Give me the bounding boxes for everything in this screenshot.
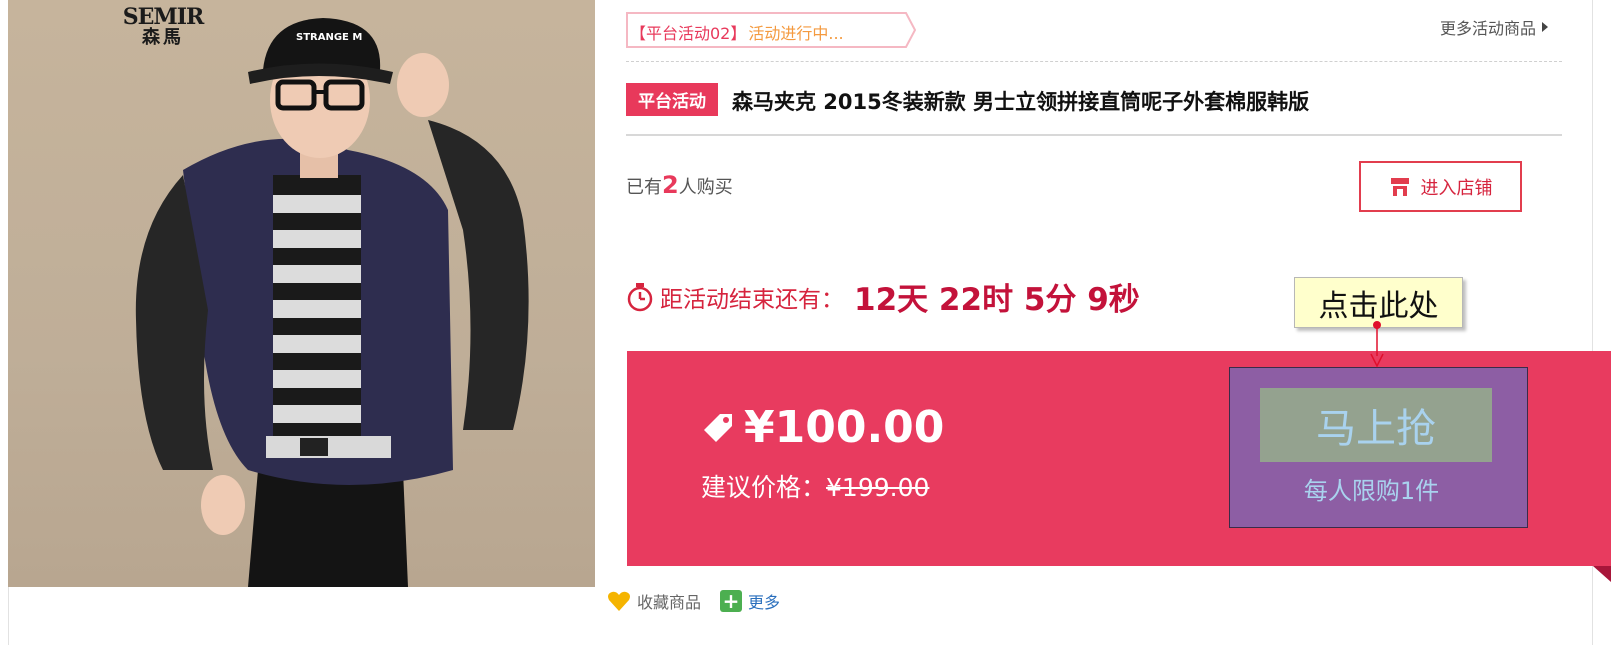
brand-name-cn: 森馬 [142,27,184,49]
store-icon [1390,177,1409,196]
heart-icon [608,591,630,611]
stopwatch-icon [627,282,653,311]
current-price-value: ¥100.00 [744,402,945,453]
activity-status: 活动进行中... [748,24,844,43]
activity-tag: 【平台活动02】 [630,24,747,43]
suggested-price-value: ¥199.00 [826,473,930,502]
countdown: 距活动结束还有： 12天 22时 5分 9秒 [626,274,1140,319]
brand-name-en: SEMIR [122,4,205,30]
more-label: 更多 [748,593,781,612]
sold-prefix: 已有 [626,177,662,198]
buy-now-button[interactable]: 马上抢 [1260,388,1492,462]
more-activity-label: 更多活动商品 [1440,19,1537,38]
hat-logo-text: STRANGE M [296,32,362,43]
model-illustration: STRANGE M [135,18,529,587]
price-tag-icon [704,413,732,442]
sold-count: 已有2人购买 [626,171,733,199]
more-activity-link[interactable]: 更多活动商品 [1440,15,1549,39]
enter-store-label: 进入店铺 [1420,177,1493,199]
title-divider [626,134,1562,136]
product-title: 森马夹克 2015冬装新款 男士立领拼接直筒呢子外套棉服韩版 [732,90,1310,114]
favorite-label: 收藏商品 [637,593,702,612]
countdown-label: 距活动结束还有： [660,286,844,313]
product-image: STRANGE M SEMIR 森馬 [8,0,595,587]
favorite-button[interactable]: 收藏商品 [607,589,701,613]
more-button[interactable]: + 更多 [720,589,780,613]
plus-icon: + [720,590,742,612]
suggested-price: 建议价格：¥199.00 [701,468,929,504]
caret-right-icon [1542,22,1549,32]
current-price: ¥100.00 [700,402,944,453]
purchase-limit: 每人限购1件 [1303,477,1440,505]
activity-ribbon: 【平台活动02】 活动进行中... [626,12,916,48]
buy-panel: 马上抢 每人限购1件 [1229,367,1528,528]
dashed-divider [626,61,1562,62]
brand-logo: SEMIR 森馬 [118,4,208,49]
suggested-price-label: 建议价格： [701,473,827,502]
sold-number: 2 [662,171,679,199]
countdown-value: 12天 22时 5分 9秒 [854,282,1140,318]
price-band-fold [1593,566,1611,582]
platform-activity-badge: 平台活动 [626,83,718,116]
callout-arrow-icon [1370,321,1384,368]
enter-store-button[interactable]: 进入店铺 [1359,161,1522,212]
sold-suffix: 人购买 [678,177,733,198]
